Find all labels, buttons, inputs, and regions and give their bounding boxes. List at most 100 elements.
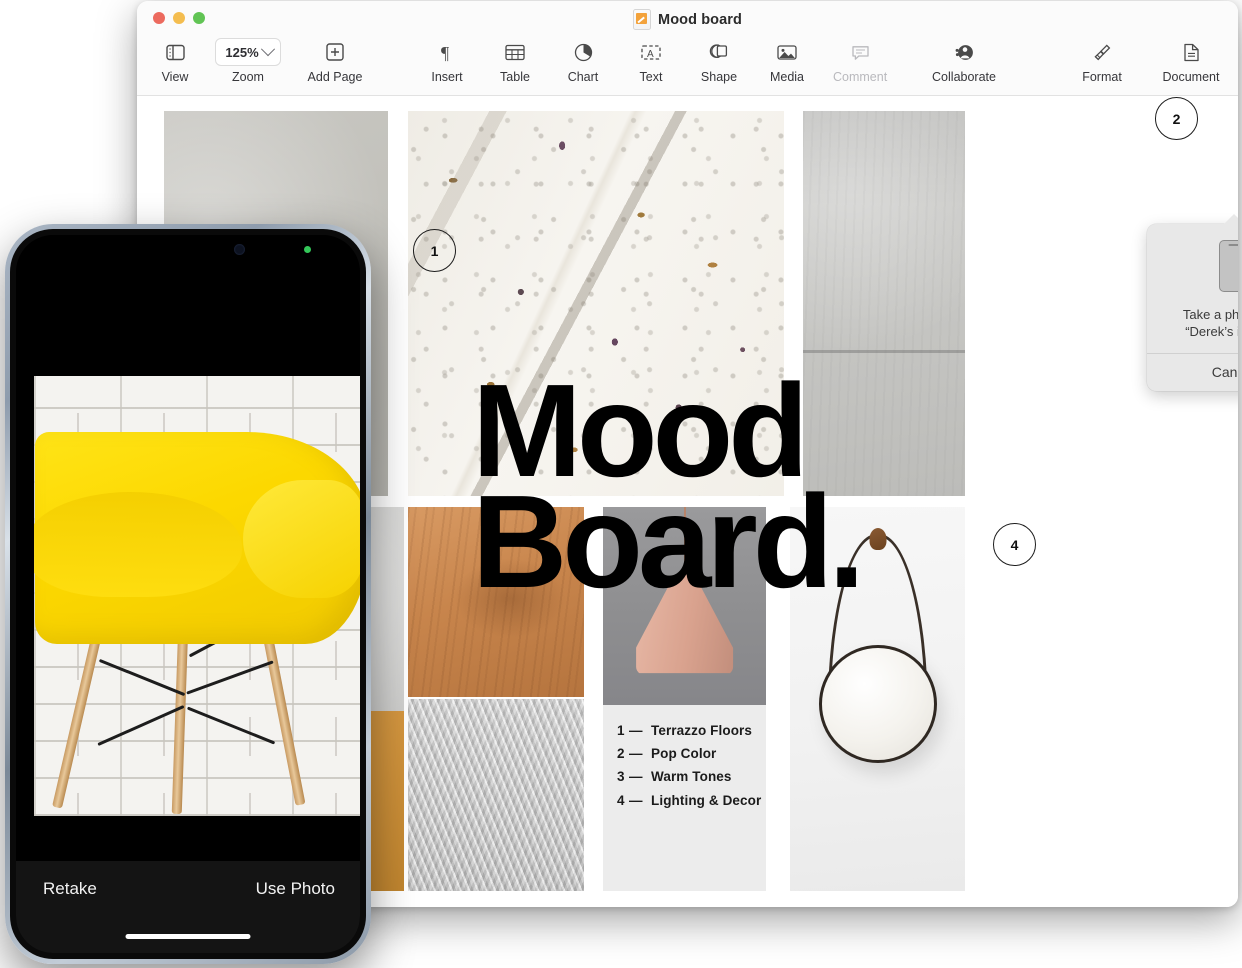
window-title-group: Mood board [137, 9, 1238, 30]
plus-box-icon [326, 39, 344, 65]
legend-number: 4 [617, 792, 625, 808]
legend-number: 3 [617, 769, 625, 785]
zoom-value: 125% [225, 44, 259, 60]
chart-button[interactable]: Chart [561, 39, 605, 84]
legend-list: 1— Terrazzo Floors 2— Pop Color 3— Warm Ton… [617, 719, 761, 812]
legend-dash: — [629, 792, 643, 808]
chair-seat [34, 492, 242, 597]
window-titlebar: Mood board [137, 1, 1238, 37]
minimize-button[interactable] [173, 12, 185, 24]
insert-from-iphone-popover: Take a photo with “Derek’s iPhone” Cance… [1147, 214, 1238, 392]
list-item: 3— Warm Tones [617, 765, 761, 788]
photo-icon [777, 39, 797, 65]
badge-1[interactable]: 1 [413, 229, 456, 272]
window-title: Mood board [658, 11, 742, 28]
pages-document-icon [633, 9, 652, 30]
format-label: Format [1082, 70, 1122, 84]
chair-armrest [243, 480, 360, 598]
add-page-label: Add Page [307, 70, 363, 84]
legend-dash: — [629, 746, 643, 762]
legend-label: Warm Tones [651, 769, 732, 785]
popover-arrow [1222, 214, 1238, 225]
toolbar-center-group: ¶ Insert Table Chart A Text Shape Media … [425, 39, 887, 85]
legend-number: 2 [617, 746, 625, 762]
list-item: 2— Pop Color [617, 742, 761, 765]
iphone-bezel: Retake Use Photo [10, 229, 366, 959]
tile-hanging-mirror[interactable] [790, 507, 965, 891]
legend-number: 1 [617, 723, 625, 738]
front-camera-icon [234, 244, 245, 255]
iphone-notch [109, 235, 311, 264]
sidebar-icon [165, 39, 185, 65]
insert-button[interactable]: ¶ Insert [425, 39, 469, 85]
chevron-down-icon [260, 42, 275, 57]
captured-photo-preview[interactable] [34, 376, 360, 816]
yellow-chair-shell [34, 432, 360, 644]
tile-wood-grain[interactable] [408, 507, 584, 697]
legend-label: Lighting & Decor [651, 792, 762, 808]
iphone-device-icon [1218, 240, 1238, 292]
shape-label: Shape [700, 70, 738, 84]
iphone-device: Retake Use Photo [5, 224, 371, 964]
media-button[interactable]: Media [765, 39, 809, 84]
retake-button[interactable]: Retake [43, 879, 97, 899]
text-button[interactable]: A Text [629, 39, 673, 84]
collaborate-button[interactable]: Collaborate [919, 39, 1009, 84]
window-controls [153, 12, 205, 24]
popover-message: Take a photo with “Derek’s iPhone” [1157, 306, 1238, 340]
view-button[interactable]: View [151, 39, 199, 84]
home-indicator[interactable] [125, 934, 251, 939]
tile-terrazzo[interactable] [408, 111, 784, 496]
tile-concrete-gray[interactable] [803, 111, 965, 496]
paintbrush-icon [1092, 39, 1112, 65]
popover-body: Take a photo with “Derek’s iPhone” [1147, 224, 1238, 353]
use-photo-button[interactable]: Use Photo [256, 879, 335, 899]
popover-message-line1: Take a photo with [1182, 307, 1238, 322]
tile-pendant-lamp[interactable] [603, 507, 766, 705]
badge-4[interactable]: 4 [993, 523, 1036, 566]
zoom-control[interactable]: 125% Zoom [213, 38, 283, 84]
zoom-label: Zoom [232, 70, 264, 84]
photo-action-bar: Retake Use Photo [16, 861, 360, 953]
shapes-icon [709, 39, 729, 65]
app-toolbar: View 125% Zoom Add Page ¶ Insert Table C… [137, 37, 1238, 96]
table-icon [505, 39, 525, 65]
table-label: Table [500, 70, 530, 84]
maximize-button[interactable] [193, 12, 205, 24]
document-button[interactable]: Document [1154, 39, 1228, 84]
toolbar-right-group: Format Document [1074, 39, 1228, 84]
toolbar-collaborate-group: Collaborate [919, 39, 1009, 84]
comment-button[interactable]: Comment [833, 39, 887, 84]
mirror-glass [818, 645, 937, 764]
mirror-wall-peg [869, 528, 886, 551]
legend-dash: — [629, 723, 643, 738]
list-item: 1 — Terrazzo Floors [617, 719, 761, 742]
iphone-screen[interactable]: Retake Use Photo [16, 235, 360, 953]
cancel-button[interactable]: Cancel [1147, 354, 1238, 391]
comment-label: Comment [833, 70, 888, 84]
format-button[interactable]: Format [1074, 39, 1130, 84]
legend-label: Pop Color [651, 746, 717, 762]
collaborate-label: Collaborate [932, 70, 996, 84]
svg-text:A: A [647, 49, 654, 60]
view-label: View [161, 70, 189, 84]
lamp-shade [635, 574, 734, 674]
badge-2[interactable]: 2 [1155, 97, 1198, 140]
legend-dash: — [629, 769, 643, 785]
add-page-button[interactable]: Add Page [295, 39, 375, 84]
tile-fur-rug[interactable] [408, 699, 584, 891]
insert-label: Insert [431, 70, 463, 84]
legend-label: Terrazzo Floors [651, 723, 753, 738]
shape-button[interactable]: Shape [697, 39, 741, 84]
popover-message-line2: “Derek’s iPhone” [1185, 324, 1238, 340]
collaborate-person-icon [954, 39, 975, 65]
table-button[interactable]: Table [493, 39, 537, 84]
document-label: Document [1162, 70, 1220, 84]
media-label: Media [769, 70, 805, 84]
zoom-popup-button[interactable]: 125% [215, 38, 281, 66]
tile-legend-panel[interactable]: 1— Terrazzo Floors 2— Pop Color 3— Warm Ton… [603, 705, 766, 891]
text-label: Text [639, 70, 663, 84]
close-button[interactable] [153, 12, 165, 24]
list-item: 4— Lighting & Decor [617, 789, 761, 812]
comment-icon [851, 39, 870, 65]
